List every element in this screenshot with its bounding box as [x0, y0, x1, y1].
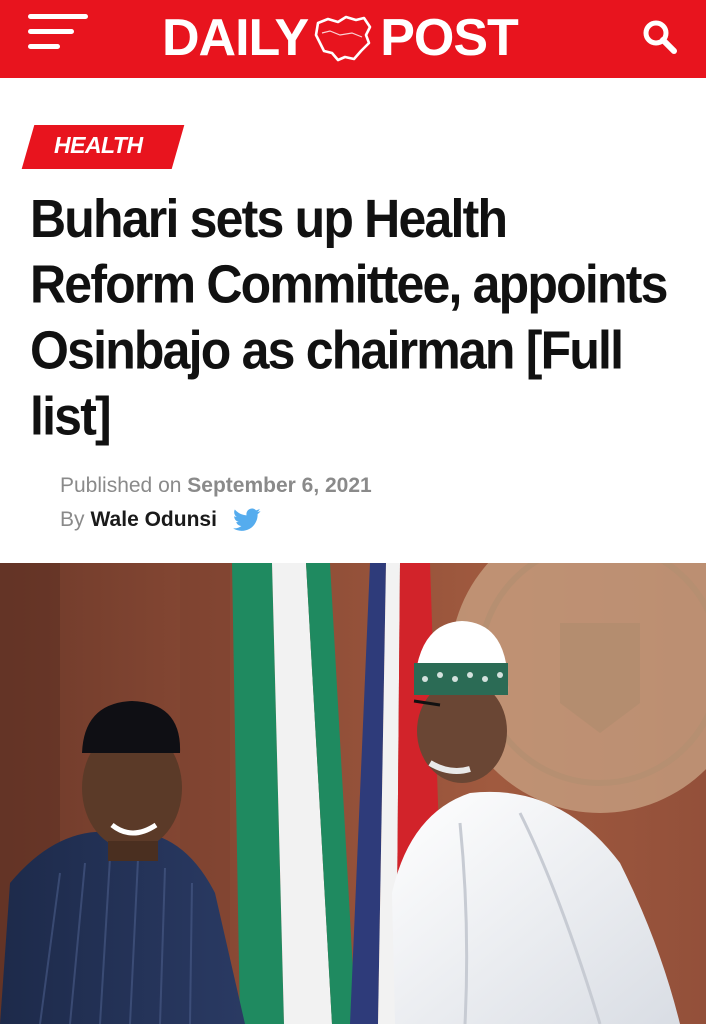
publish-info: Published on September 6, 2021	[60, 474, 372, 498]
category-label[interactable]: HEALTH	[54, 132, 143, 159]
nigeria-map-icon	[314, 15, 372, 62]
logo-text-right: POST	[380, 9, 519, 67]
photo-illustration	[0, 563, 706, 1024]
twitter-icon[interactable]	[232, 508, 261, 532]
hamburger-menu-icon[interactable]	[28, 10, 88, 54]
byline: By Wale Odunsi	[60, 508, 261, 532]
article-title: Buhari sets up Health Reform Committee, …	[30, 188, 668, 447]
published-date: September 6, 2021	[187, 474, 372, 497]
by-label: By	[60, 508, 85, 531]
article-featured-image[interactable]	[0, 563, 706, 1024]
author-name-link[interactable]: Wale Odunsi	[91, 508, 217, 532]
site-logo[interactable]: DAILY POST	[162, 8, 519, 68]
search-icon[interactable]	[640, 18, 680, 58]
published-label: Published on	[60, 474, 182, 497]
logo-text-left: DAILY	[162, 9, 309, 67]
top-navigation-bar: DAILY POST	[0, 0, 706, 78]
